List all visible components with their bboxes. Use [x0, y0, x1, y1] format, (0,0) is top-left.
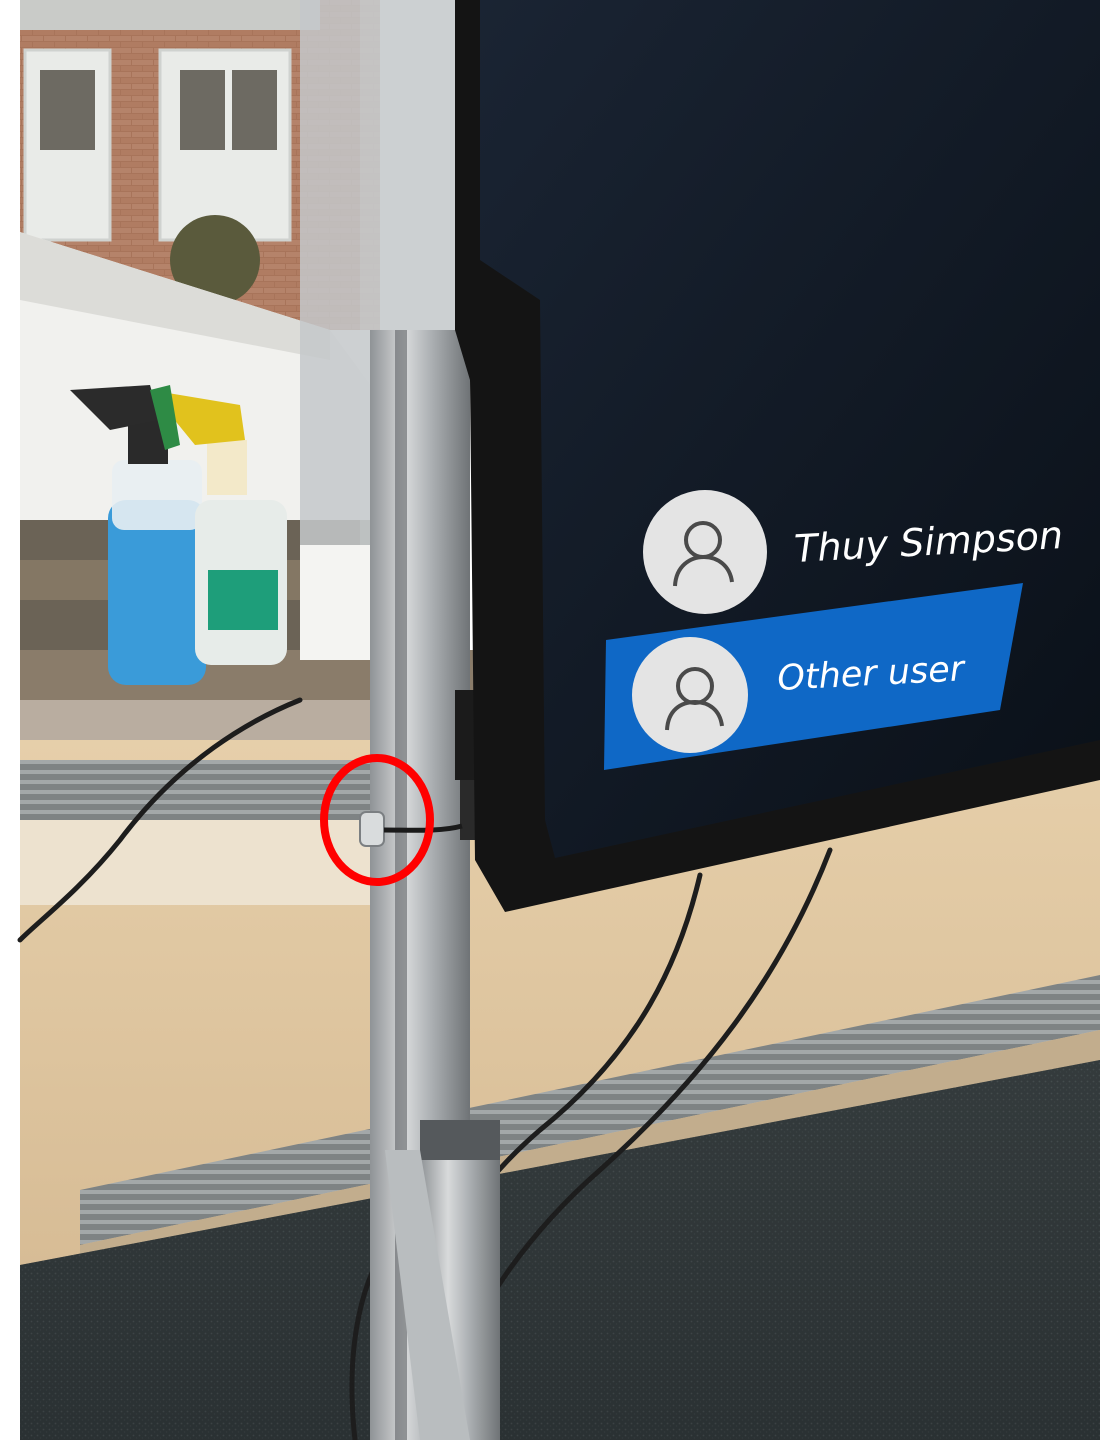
- user-avatar-thuy: [643, 490, 767, 614]
- user-avatar-other: [632, 637, 748, 753]
- photo-scene: Thuy Simpson Other user: [0, 0, 1100, 1440]
- room-photo: Thuy Simpson Other user: [0, 0, 1100, 1440]
